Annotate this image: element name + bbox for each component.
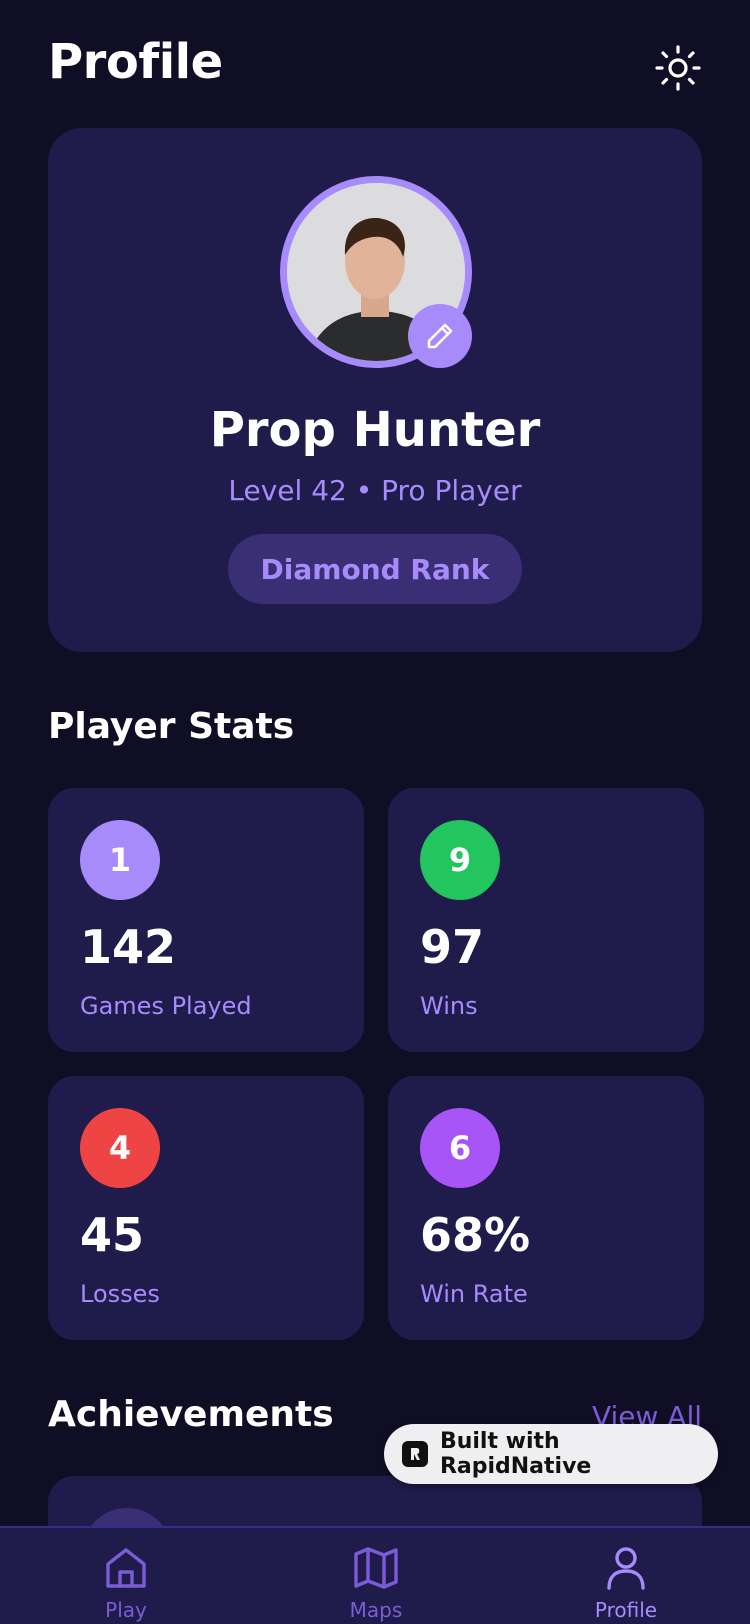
- achievements-section-title: Achievements: [48, 1394, 334, 1435]
- stat-card-wins: 9 97 Wins: [388, 788, 704, 1052]
- stat-label: Games Played: [80, 992, 252, 1020]
- stat-label: Losses: [80, 1280, 160, 1308]
- page-title: Profile: [48, 34, 223, 90]
- nav-item-maps[interactable]: Maps: [296, 1544, 456, 1624]
- stat-badge: 4: [80, 1108, 160, 1188]
- home-icon: [106, 1548, 146, 1588]
- stats-section-title: Player Stats: [48, 706, 295, 747]
- nav-label: Play: [105, 1598, 147, 1622]
- nav-item-profile[interactable]: Profile: [546, 1544, 706, 1624]
- rank-label: Diamond Rank: [260, 552, 490, 586]
- stat-value: 142: [80, 920, 177, 974]
- map-icon: [354, 1547, 398, 1589]
- stat-value: 45: [80, 1208, 145, 1262]
- nav-label: Profile: [594, 1598, 658, 1622]
- edit-avatar-button[interactable]: [408, 304, 472, 368]
- player-level: Level 42 • Pro Player: [228, 474, 522, 507]
- rapidnative-logo-icon: [402, 1441, 428, 1467]
- built-with-badge[interactable]: Built with RapidNative: [384, 1424, 718, 1484]
- built-with-label: Built with RapidNative: [439, 1429, 592, 1479]
- nav-item-play[interactable]: Play: [46, 1544, 206, 1624]
- stat-badge: 6: [420, 1108, 500, 1188]
- nav-label: Maps: [349, 1598, 403, 1622]
- stat-label: Wins: [420, 992, 478, 1020]
- pencil-icon: [427, 323, 453, 349]
- theme-toggle-button[interactable]: [650, 40, 706, 96]
- stat-label: Win Rate: [420, 1280, 528, 1308]
- stat-badge: 1: [80, 820, 160, 900]
- stat-value: 97: [420, 920, 485, 974]
- stat-badge: 9: [420, 820, 500, 900]
- profile-screen: Profile Prop Hunter Level 42 • Pro Playe…: [0, 0, 750, 1624]
- player-name: Prop Hunter: [209, 402, 541, 458]
- stat-card-losses: 4 45 Losses: [48, 1076, 364, 1340]
- bottom-nav: Play Maps Profile: [0, 1526, 750, 1624]
- stat-value: 68%: [420, 1208, 531, 1262]
- sun-icon: [655, 45, 701, 91]
- user-icon: [607, 1547, 645, 1590]
- stat-card-win-rate: 6 68% Win Rate: [388, 1076, 704, 1340]
- rank-badge: Diamond Rank: [228, 534, 522, 604]
- stat-card-games: 1 142 Games Played: [48, 788, 364, 1052]
